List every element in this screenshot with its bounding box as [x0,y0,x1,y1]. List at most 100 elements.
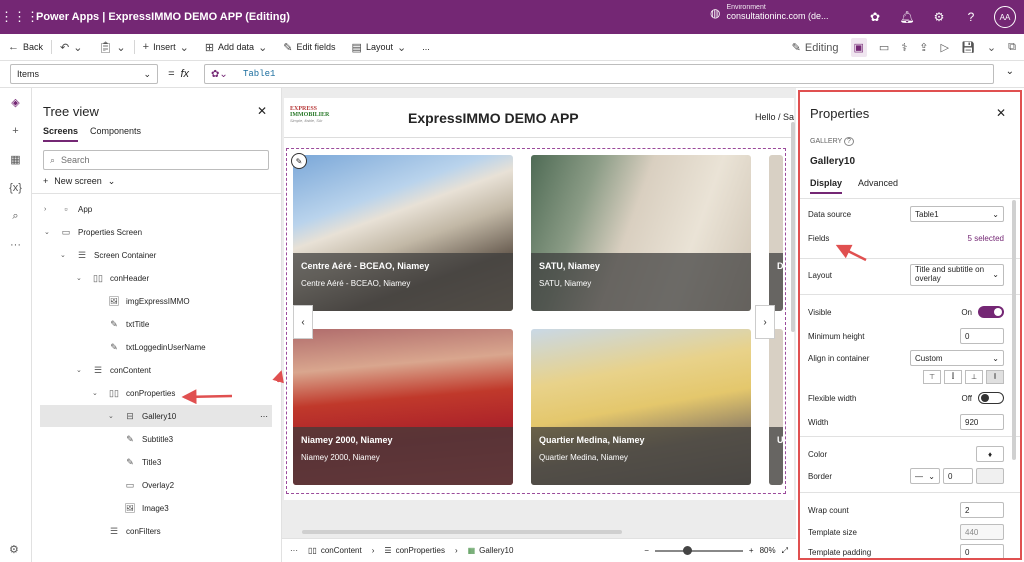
layout-dropdown[interactable]: Title and subtitle on overlay ⌄ [910,264,1004,286]
more-button[interactable]: ... [414,34,438,60]
tree-node-concontent[interactable]: ⌄ ☰ conContent [76,359,151,381]
gallery-card[interactable]: D [769,155,783,311]
close-icon[interactable]: ✕ [257,104,267,118]
flexible-width-toggle[interactable] [978,392,1004,404]
copilot-icon[interactable]: ✿⌄ [211,69,235,80]
align-middle-icon[interactable]: ⫿ [944,370,962,384]
more-icon[interactable]: ⋯ [260,412,268,421]
gallery-card[interactable]: Quartier Medina, Niamey Quartier Medina,… [531,329,751,485]
variables-icon[interactable]: {x} [9,182,22,194]
search-icon[interactable]: ⌕ [12,210,18,223]
more-icon[interactable]: ··· [10,239,21,251]
settings-icon[interactable]: ⚙ [9,543,19,556]
back-button[interactable]: ← Back [0,34,51,60]
template-size-input[interactable]: 440 [960,524,1004,540]
tree-node-txtloggedinusername[interactable]: ✎ txtLoggedinUserName [92,336,205,358]
bell-icon[interactable]: 🔔︎ [898,10,916,24]
environment-picker[interactable]: ◍ Environment consultationinc.com (de... [710,4,829,21]
app-launcher-icon[interactable]: ⋮⋮⋮ [0,9,39,25]
property-dropdown[interactable]: Items ⌄ [10,64,158,84]
border-style-dropdown[interactable]: — ⌄ [910,468,940,484]
insert-button[interactable]: + Insert ⌄ [135,34,197,60]
vertical-scrollbar[interactable] [791,122,795,332]
undo-button[interactable]: ↶ ⌄ [52,34,90,60]
data-icon[interactable]: ▣ [850,38,867,57]
avatar[interactable]: AA [994,6,1016,28]
zoom-in-icon[interactable]: + [749,546,754,555]
template-padding-input[interactable]: 0 [960,544,1004,558]
play-icon[interactable]: ▷ [940,41,948,54]
formula-text[interactable]: Table1 [243,69,275,79]
zoom-slider-knob[interactable] [683,545,693,555]
align-stretch-icon[interactable]: ⫾ [986,370,1004,384]
help-icon[interactable]: ? [962,10,980,24]
border-width-input[interactable]: 0 [943,468,973,484]
zoom-slider[interactable] [654,545,743,555]
edit-fields-button[interactable]: ✎ Edit fields [275,34,343,60]
tree-view-icon[interactable]: ◈ [11,96,19,109]
chevron-down-icon[interactable]: ⌄ [987,41,996,54]
breadcrumb-concontent[interactable]: ▯▯ conContent [308,546,362,555]
tree-node-overlay2[interactable]: ▭ Overlay2 [124,474,174,496]
gallery-card[interactable]: SATU, Niamey SATU, Niamey [531,155,751,311]
gallery-card[interactable]: U [769,329,783,485]
breadcrumb-gallery10[interactable]: ▦ Gallery10 [468,546,514,555]
chevron-down-icon[interactable]: ⌄ [1006,66,1014,77]
more-icon[interactable]: ··· [290,546,298,555]
share-icon[interactable]: ⇪ [919,41,928,54]
align-top-icon[interactable]: ⊤ [923,370,941,384]
publish-icon[interactable]: ⧉ [1008,41,1016,54]
align-dropdown[interactable]: Custom ⌄ [910,350,1004,366]
visible-toggle[interactable] [978,306,1004,318]
tab-screens[interactable]: Screens [43,126,79,142]
zoom-out-icon[interactable]: − [644,546,649,555]
tree-node-properties-screen[interactable]: ⌄ ▭ Properties Screen [44,221,142,243]
properties-scrollbar[interactable] [1012,200,1016,460]
tree-node-image3[interactable]: 🖼︎ Image3 [124,497,168,519]
breadcrumb-conproperties[interactable]: ☰ conProperties [384,546,445,555]
edit-pencil-icon[interactable]: ✎ [291,153,307,169]
help-icon[interactable]: ? [844,137,854,146]
design-canvas[interactable]: EXPRESS IMMOBILIER Simple, fiable, Sûr E… [282,88,796,538]
gear-icon[interactable]: ⚙ [930,10,948,24]
copilot-icon[interactable]: ✿ [866,10,884,24]
save-icon[interactable]: 💾︎ [961,41,975,54]
layout-button[interactable]: ▤ Layout ⌄ [344,34,415,60]
tree-node-conproperties[interactable]: ⌄ ▯▯ conProperties [92,382,175,404]
search-input[interactable]: ⌕ Search [43,150,269,170]
tab-display[interactable]: Display [810,178,843,194]
align-bottom-icon[interactable]: ⊥ [965,370,983,384]
health-icon[interactable]: ⚕ [901,41,907,54]
tree-node-confilters[interactable]: ☰ conFilters [108,520,161,542]
tree-node-gallery10[interactable]: ⌄ ⊟ Gallery10 ⋯ [40,405,272,427]
tree-node-subtitle3[interactable]: ✎ Subtitle3 [124,428,173,450]
horizontal-scrollbar[interactable] [302,530,622,534]
wrap-count-input[interactable]: 2 [960,502,1004,518]
fields-link[interactable]: 5 selected [968,234,1004,243]
tab-advanced[interactable]: Advanced [858,178,898,194]
add-data-button[interactable]: ⊞ Add data ⌄ [197,34,275,60]
data-source-dropdown[interactable]: Table1 ⌄ [910,206,1004,222]
control-name[interactable]: Gallery10 [810,156,855,167]
comment-icon[interactable]: ▭ [879,41,889,54]
tree-node-app[interactable]: › ▫ App [44,198,92,220]
color-picker[interactable]: ♦ [976,446,1004,462]
gallery-card[interactable]: Niamey 2000, Niamey Niamey 2000, Niamey [293,329,513,485]
paste-button[interactable]: 📋︎ ⌄ [90,34,133,60]
tree-node-txttitle[interactable]: ✎ txtTitle [92,313,149,335]
close-icon[interactable]: ✕ [996,106,1006,120]
border-color-picker[interactable] [976,468,1004,484]
tree-node-imgexpressimmo[interactable]: 🖼︎ imgExpressIMMO [92,290,189,312]
tree-node-screen-container[interactable]: ⌄ ☰ Screen Container [60,244,156,266]
gallery-next-button[interactable]: › [755,305,775,339]
min-height-input[interactable]: 0 [960,328,1004,344]
fit-to-window-icon[interactable]: ⤢ [782,546,788,556]
gallery-prev-button[interactable]: ‹ [293,305,313,339]
insert-icon[interactable]: + [12,125,18,137]
tree-node-title3[interactable]: ✎ Title3 [124,451,161,473]
gallery-card[interactable]: Centre Aéré - BCEAO, Niamey Centre Aéré … [293,155,513,311]
tree-node-conheader[interactable]: ⌄ ▯▯ conHeader [76,267,149,289]
editing-mode-button[interactable]: ✎ Editing [792,34,839,61]
formula-input[interactable]: ✿⌄ Table1 [204,64,994,84]
width-input[interactable]: 920 [960,414,1004,430]
